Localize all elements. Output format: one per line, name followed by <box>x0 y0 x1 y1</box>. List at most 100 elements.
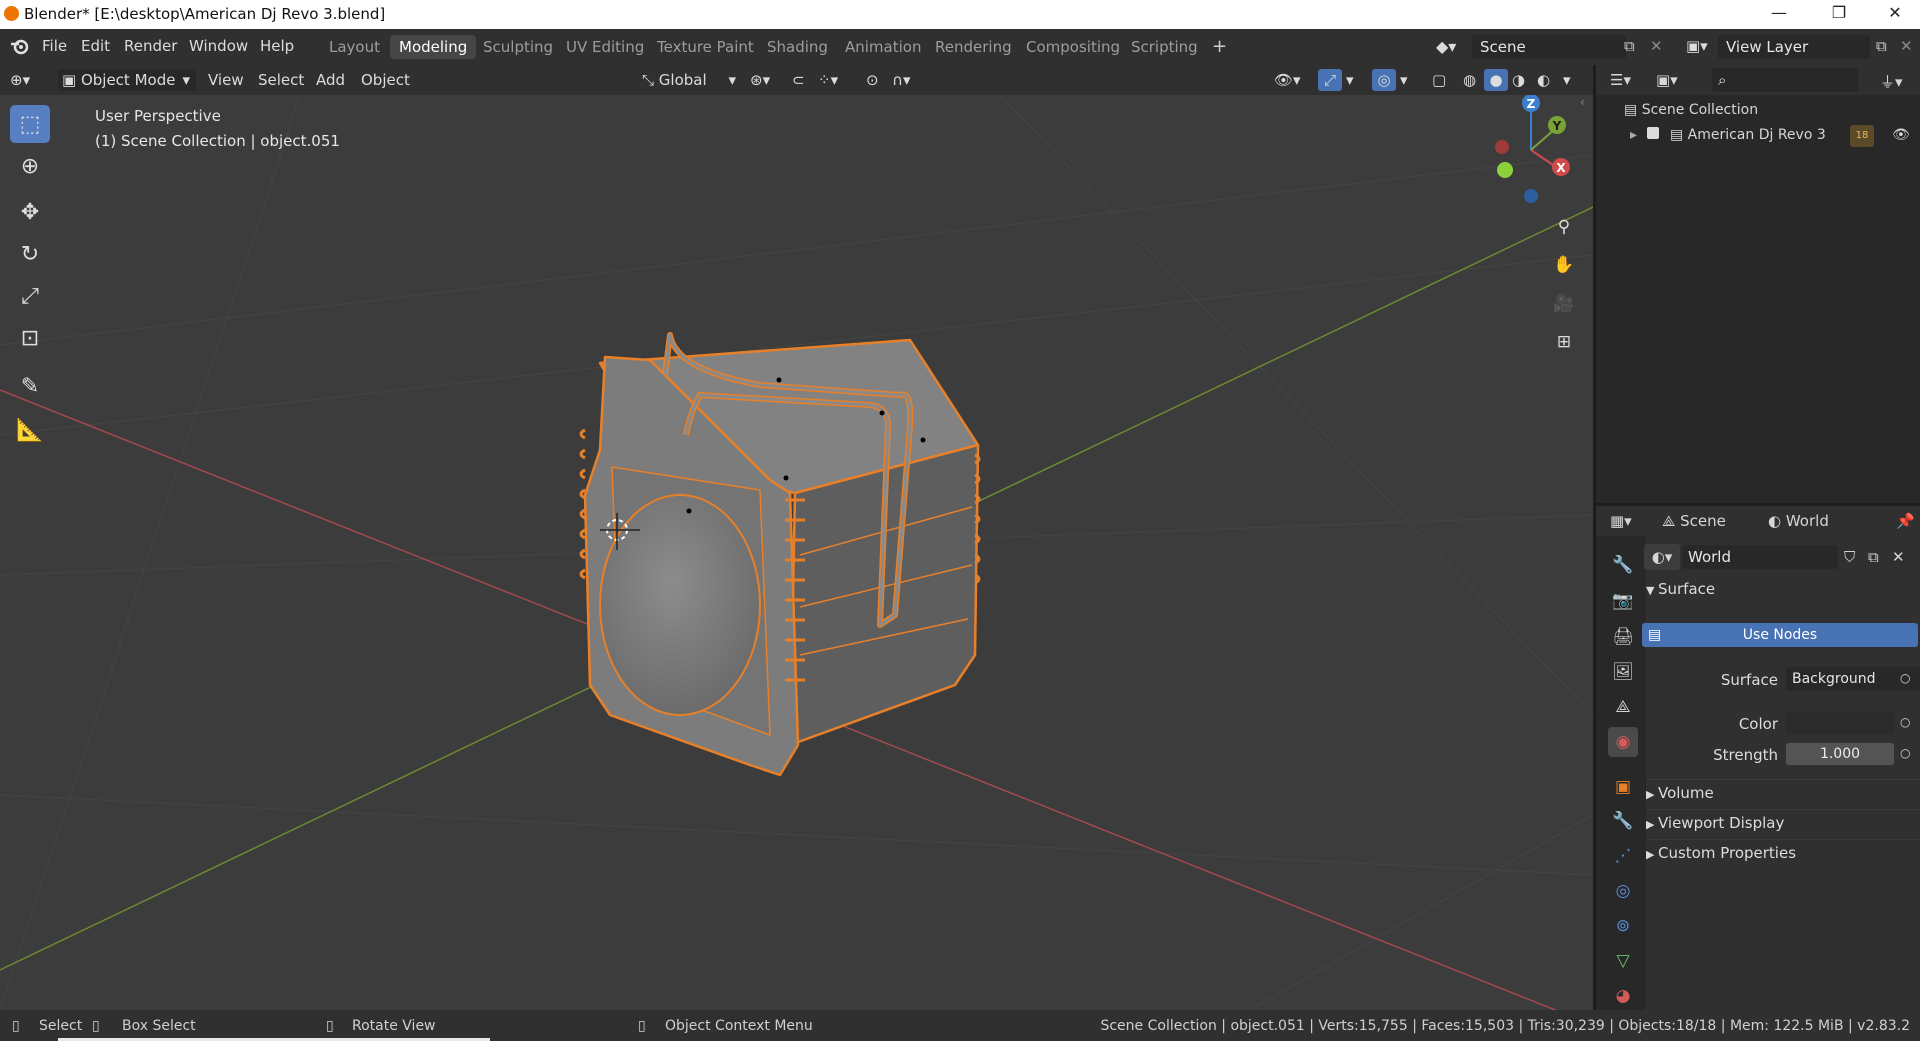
maximize-button[interactable]: ❐ <box>1819 3 1859 25</box>
material-tab-icon[interactable]: ◕ <box>1608 981 1638 1011</box>
menu-help[interactable]: Help <box>260 37 294 55</box>
xray-toggle-icon[interactable]: ▢ <box>1432 69 1446 91</box>
selected-model[interactable] <box>579 332 981 777</box>
gizmo-dropdown-icon[interactable]: ▾ <box>1346 69 1354 91</box>
tool-tab-icon[interactable]: 🔧 <box>1608 550 1638 580</box>
delete-scene-icon[interactable]: ✕ <box>1650 37 1663 55</box>
unlink-world-icon[interactable]: ✕ <box>1892 548 1905 566</box>
snap-icon[interactable]: ⊂ <box>792 69 805 91</box>
navigation-gizmo[interactable]: Z X Y <box>1495 95 1570 203</box>
shading-options-icon[interactable]: ▾ <box>1563 69 1571 91</box>
tab-layout[interactable]: Layout <box>320 35 389 59</box>
tab-sculpting[interactable]: Sculpting <box>474 35 562 59</box>
solid-shading-icon[interactable]: ● <box>1484 69 1508 91</box>
scale-tool-icon[interactable]: ⤢ <box>10 277 50 315</box>
close-button[interactable]: ✕ <box>1875 3 1915 25</box>
display-mode-icon[interactable]: ▣▾ <box>1656 71 1678 89</box>
overlays-dropdown-icon[interactable]: ▾ <box>1400 69 1408 91</box>
filter-icon[interactable]: ⏚▾ <box>1880 71 1903 92</box>
particles-tab-icon[interactable]: ⋰ <box>1608 841 1638 871</box>
constraints-tab-icon[interactable]: ⊚ <box>1608 911 1638 941</box>
surface-panel-header[interactable]: ▼ Surface <box>1646 576 1920 602</box>
select-box-tool-icon[interactable]: ⬚ <box>10 105 50 143</box>
modifier-tab-icon[interactable]: 🔧 <box>1608 806 1638 836</box>
transform-tool-icon[interactable]: ⊡ <box>10 319 50 357</box>
world-name-field[interactable]: World <box>1682 545 1838 569</box>
menu-render[interactable]: Render <box>124 37 177 55</box>
menu-window[interactable]: Window <box>189 37 248 55</box>
tab-animation[interactable]: Animation <box>836 35 930 59</box>
menu-select[interactable]: Select <box>258 69 304 91</box>
menu-add[interactable]: Add <box>316 69 345 91</box>
editor-type-icon[interactable]: ⊕▾ <box>10 69 46 91</box>
rotate-tool-icon[interactable]: ↻ <box>10 235 50 273</box>
tab-modeling[interactable]: Modeling <box>390 35 477 59</box>
object-tab-icon[interactable]: ▣ <box>1608 772 1638 802</box>
scene-selector-icon[interactable]: ◆▾ <box>1436 37 1466 57</box>
sidebar-toggle-icon[interactable]: ‹ <box>1580 95 1585 109</box>
physics-tab-icon[interactable]: ◎ <box>1608 876 1638 906</box>
view-layer-tab-icon[interactable]: 🖼 <box>1608 657 1638 687</box>
menu-object[interactable]: Object <box>361 69 410 91</box>
tab-scripting[interactable]: Scripting <box>1122 35 1207 59</box>
expand-arrow-icon[interactable]: ▸ <box>1630 127 1641 143</box>
eye-icon[interactable]: 👁 <box>1892 127 1910 143</box>
menu-view[interactable]: View <box>208 69 244 91</box>
properties-editor-type-icon[interactable]: ▦▾ <box>1610 512 1632 530</box>
visibility-icon[interactable]: 👁▾ <box>1274 69 1301 91</box>
cursor-tool-icon[interactable]: ⊕ <box>10 147 50 185</box>
snap-target-icon[interactable]: ⁘▾ <box>818 69 838 91</box>
outliner-item[interactable]: ▸ ▤ American Dj Revo 3 18 👁 <box>1630 125 1920 149</box>
scene-context[interactable]: ⟁ Scene <box>1662 512 1726 530</box>
overlays-toggle-icon[interactable]: ◎ <box>1372 69 1396 91</box>
viewport-display-panel-header[interactable]: ▶ Viewport Display <box>1646 809 1920 836</box>
scene-collection-row[interactable]: ▤ Scene Collection <box>1624 102 1758 118</box>
output-tab-icon[interactable]: 🖨 <box>1608 622 1638 652</box>
view-layer-field[interactable]: View Layer <box>1718 35 1870 59</box>
world-tab-icon[interactable]: ◉ <box>1608 727 1638 757</box>
move-tool-icon[interactable]: ✥ <box>10 193 50 231</box>
3d-viewport[interactable]: Z X Y User Perspective (1) Scene Collect… <box>0 95 1593 1010</box>
ortho-toggle-icon[interactable]: ⊞ <box>1548 326 1580 358</box>
exclude-checkbox[interactable] <box>1647 127 1660 139</box>
proportional-edit-icon[interactable]: ⊙ <box>866 69 879 91</box>
material-preview-icon[interactable]: ◑ <box>1512 69 1525 91</box>
use-nodes-button[interactable]: ▤ Use Nodes <box>1642 623 1918 647</box>
scene-name-field[interactable]: Scene <box>1472 35 1626 59</box>
tab-rendering[interactable]: Rendering <box>926 35 1021 59</box>
menu-edit[interactable]: Edit <box>81 37 110 55</box>
scene-tab-icon[interactable]: ⟁ <box>1608 692 1638 722</box>
render-tab-icon[interactable]: 📷 <box>1608 586 1638 616</box>
pin-icon[interactable]: 📌 <box>1896 512 1915 530</box>
duplicate-world-icon[interactable]: ⧉ <box>1868 548 1879 566</box>
mode-dropdown[interactable]: ▣ Object Mode ▾ <box>58 69 196 91</box>
wireframe-shading-icon[interactable]: ◍ <box>1463 69 1476 91</box>
socket-link-icon[interactable]: ○ <box>1900 671 1910 685</box>
custom-properties-panel-header[interactable]: ▶ Custom Properties <box>1646 839 1920 866</box>
data-tab-icon[interactable]: ▽ <box>1608 946 1638 976</box>
zoom-view-icon[interactable]: ⚲ <box>1548 211 1580 243</box>
camera-view-icon[interactable]: 🎥 <box>1548 288 1580 320</box>
rendered-shading-icon[interactable]: ◐ <box>1537 69 1550 91</box>
tab-uv-editing[interactable]: UV Editing <box>557 35 653 59</box>
tab-shading[interactable]: Shading <box>758 35 837 59</box>
falloff-icon[interactable]: ∩▾ <box>892 69 911 91</box>
fake-user-icon[interactable]: ⛉ <box>1844 548 1855 566</box>
transform-orientation-dropdown[interactable]: ⤡ Global ▾ <box>642 69 738 91</box>
pan-view-icon[interactable]: ✋ <box>1548 249 1580 281</box>
new-view-layer-icon[interactable]: ⧉ <box>1876 37 1887 55</box>
menu-file[interactable]: File <box>42 37 67 55</box>
strength-field[interactable]: 1.000 <box>1786 743 1894 765</box>
tab-compositing[interactable]: Compositing <box>1017 35 1129 59</box>
outliner-search-input[interactable]: ⌕ <box>1712 68 1858 92</box>
annotate-tool-icon[interactable]: ✎ <box>10 367 50 405</box>
gizmo-toggle-icon[interactable]: ⤢ <box>1318 69 1342 91</box>
tab-texture-paint[interactable]: Texture Paint <box>648 35 763 59</box>
color-swatch[interactable] <box>1786 712 1894 734</box>
socket-link-icon[interactable]: ○ <box>1900 746 1910 760</box>
outliner-editor-type-icon[interactable]: ☰▾ <box>1610 71 1631 89</box>
delete-view-layer-icon[interactable]: ✕ <box>1900 37 1913 55</box>
world-context[interactable]: ◐ World <box>1768 512 1829 530</box>
socket-link-icon[interactable]: ○ <box>1900 715 1910 729</box>
minimize-button[interactable]: — <box>1759 3 1799 25</box>
